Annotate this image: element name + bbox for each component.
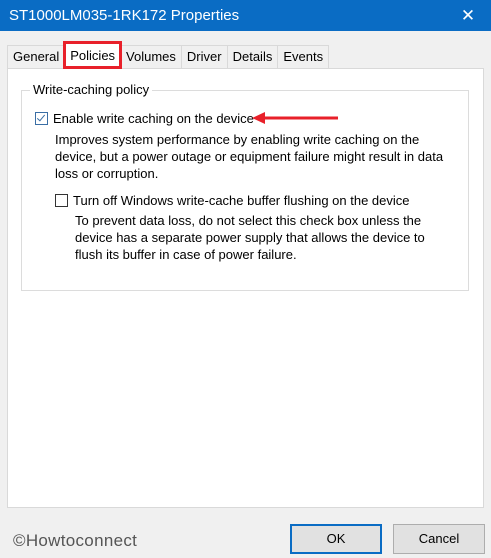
checkbox-unchecked-icon[interactable]: [55, 194, 68, 207]
close-icon: ✕: [460, 6, 476, 25]
enable-write-caching-checkbox[interactable]: Enable write caching on the device: [35, 111, 254, 126]
tab-events[interactable]: Events: [277, 45, 330, 68]
window-title: ST1000LM035-1RK172 Properties: [9, 7, 240, 24]
title-bar: ST1000LM035-1RK172 Properties ✕: [0, 0, 491, 31]
tab-panel-policies: Write-caching policy Enable write cachin…: [7, 68, 484, 508]
tab-general[interactable]: General: [7, 45, 66, 68]
enable-write-caching-label: Enable write caching on the device: [53, 111, 254, 126]
tab-details[interactable]: Details: [226, 45, 279, 68]
description-line: loss or corruption.: [55, 166, 159, 181]
turn-off-flushing-checkbox[interactable]: Turn off Windows write-cache buffer flus…: [55, 193, 410, 208]
watermark: ©Howtoconnect: [13, 531, 138, 550]
tab-strip: General Policies Volumes Driver Details …: [7, 41, 330, 69]
close-button[interactable]: ✕: [445, 0, 491, 31]
dialog-client: General Policies Volumes Driver Details …: [0, 31, 491, 558]
tab-volumes[interactable]: Volumes: [120, 45, 182, 68]
description-line: device, but a power outage or equipment …: [55, 149, 444, 164]
turn-off-flushing-label: Turn off Windows write-cache buffer flus…: [73, 193, 410, 208]
write-caching-policy-group: Write-caching policy Enable write cachin…: [21, 82, 469, 291]
description-line: flush its buffer in case of power failur…: [75, 247, 297, 262]
tab-driver[interactable]: Driver: [180, 45, 228, 68]
red-arrow-icon: [252, 112, 338, 124]
ok-button[interactable]: OK: [290, 524, 382, 554]
turn-off-flushing-description: To prevent data loss, do not select this…: [75, 212, 425, 263]
cancel-button[interactable]: Cancel: [393, 524, 485, 554]
group-title: Write-caching policy: [30, 82, 153, 97]
description-line: Improves system performance by enabling …: [55, 132, 420, 147]
description-line: device has a separate power supply that …: [75, 230, 425, 245]
tab-policies[interactable]: Policies: [63, 41, 123, 69]
description-line: To prevent data loss, do not select this…: [75, 213, 422, 228]
enable-write-caching-description: Improves system performance by enabling …: [55, 131, 443, 182]
checkbox-checked-icon[interactable]: [35, 112, 48, 125]
